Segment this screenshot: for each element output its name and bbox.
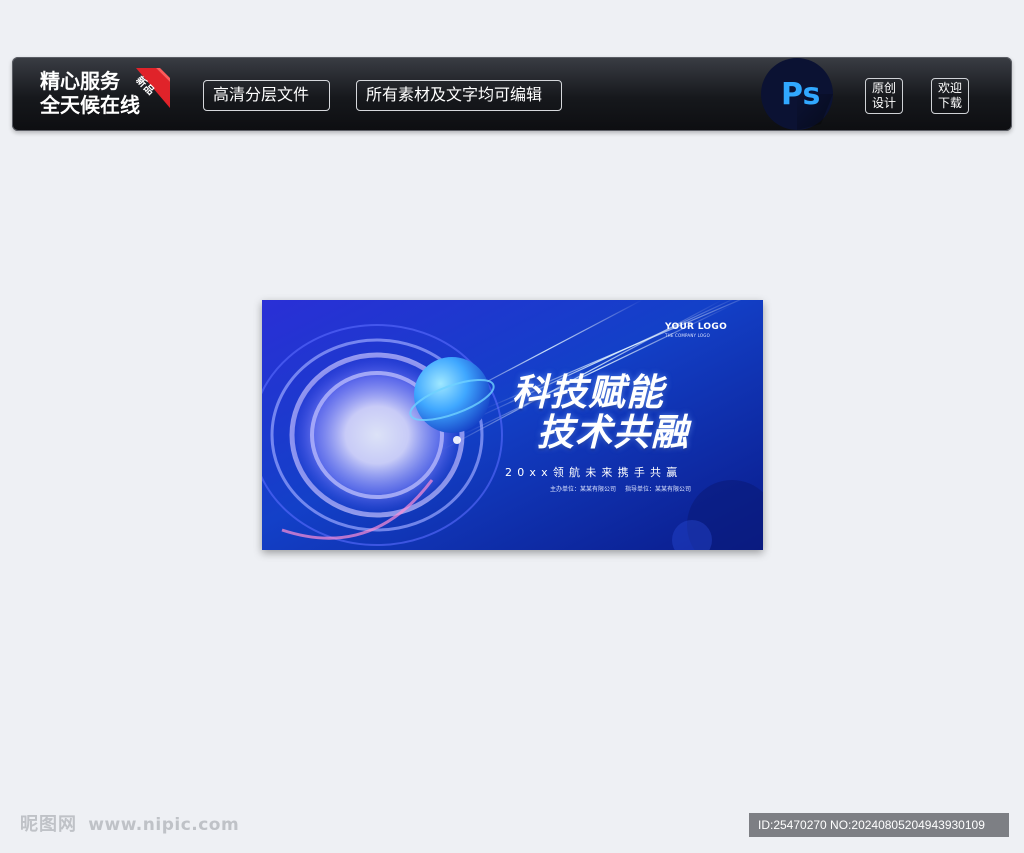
download-line-2: 下载 (937, 96, 962, 110)
site-watermark: 昵图网 www.nipic.com (20, 813, 239, 837)
original-line-2: 设计 (871, 96, 896, 110)
promo-banner: 精心服务 全天候在线 新品 高清分层文件 所有素材及文字均可编辑 Ps 原创 设… (12, 57, 1012, 131)
svg-text:Ps: Ps (781, 77, 820, 112)
poster-headline-2: 技术共融 (537, 411, 689, 454)
poster-logo-sub: THE COMPANY LOGO (665, 333, 710, 338)
welcome-download-button[interactable]: 欢迎 下载 (931, 78, 969, 114)
poster-preview[interactable]: YOUR LOGO THE COMPANY LOGO 科技赋能 技术共融 20x… (262, 300, 763, 550)
poster-subline: 20xx领航未来携手共赢 (505, 466, 683, 479)
original-line-1: 原创 (871, 81, 896, 95)
poster-organizer: 主办单位：某某有限公司 (550, 486, 617, 493)
layered-file-button[interactable]: 高清分层文件 (203, 80, 330, 111)
poster-headline-1: 科技赋能 (512, 371, 664, 414)
poster-logo: YOUR LOGO (665, 322, 728, 332)
image-id-bar: ID:25470270 NO:20240805204943930109 (749, 813, 1009, 837)
download-line-1: 欢迎 (937, 81, 962, 95)
watermark-logo: 昵图网 (20, 814, 77, 835)
watermark-url: www.nipic.com (88, 815, 240, 835)
editable-assets-button[interactable]: 所有素材及文字均可编辑 (356, 80, 562, 111)
original-design-button[interactable]: 原创 设计 (865, 78, 903, 114)
photoshop-icon: Ps (761, 58, 833, 130)
poster-guide: 指导单位：某某有限公司 (625, 486, 692, 493)
